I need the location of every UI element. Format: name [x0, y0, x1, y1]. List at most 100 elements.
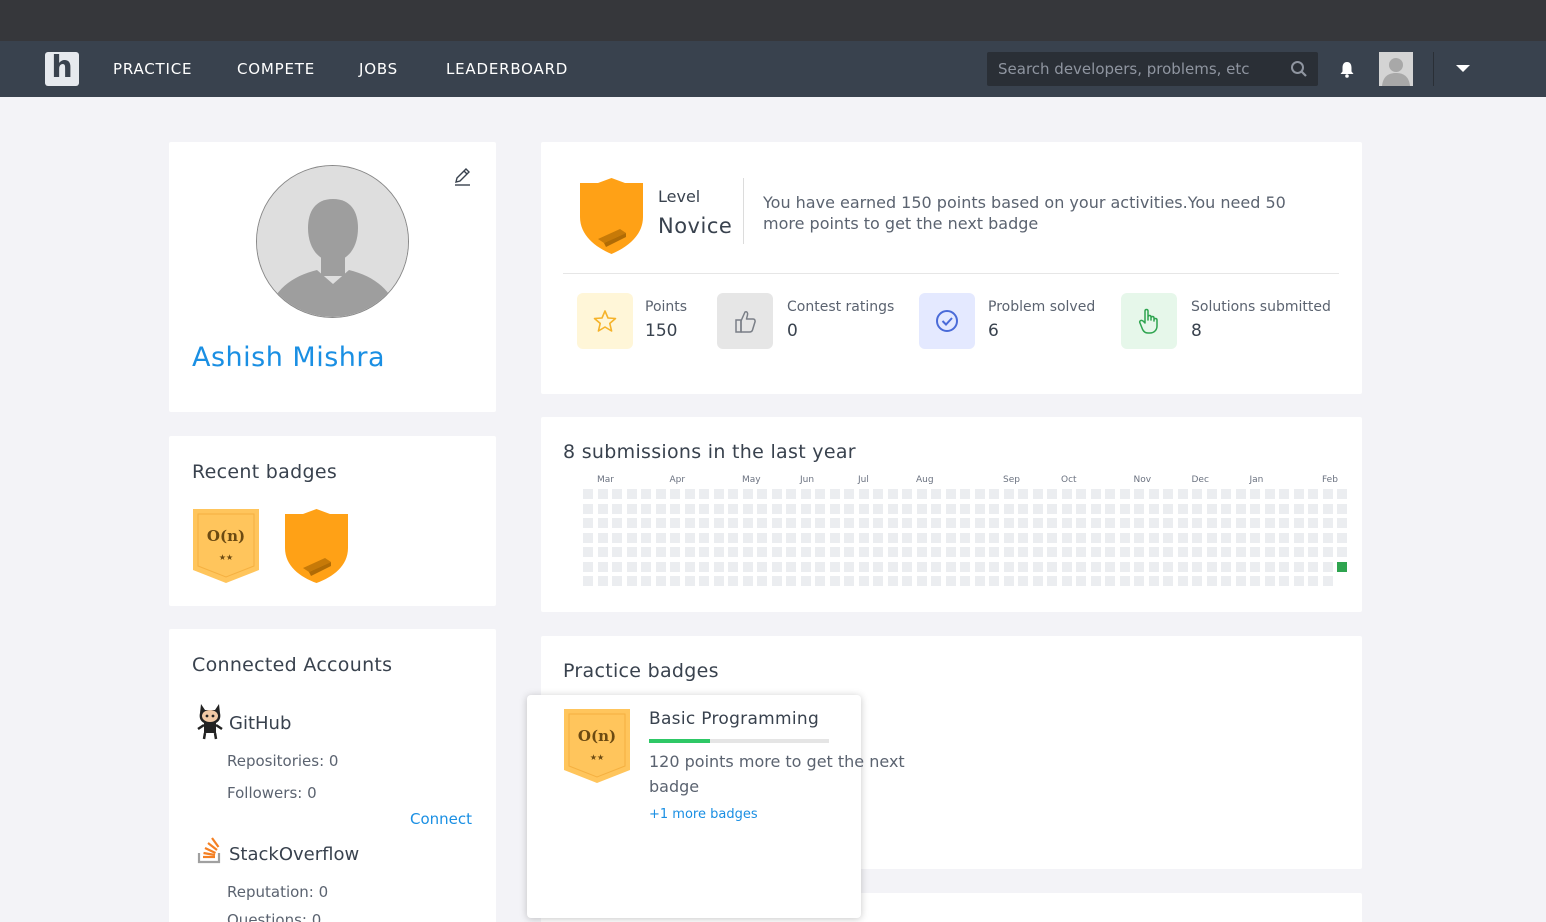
- heatmap-cell[interactable]: [873, 547, 883, 557]
- heatmap-cell[interactable]: [800, 532, 811, 543]
- heatmap-cell[interactable]: [1090, 503, 1101, 514]
- practice-badge-popover[interactable]: O(n) ★★ Basic Programming 120 points mor…: [527, 695, 905, 918]
- heatmap-cell[interactable]: [1018, 561, 1028, 572]
- heatmap-cell[interactable]: [612, 547, 622, 557]
- heatmap-cell[interactable]: [728, 503, 738, 514]
- heatmap-cell[interactable]: [1061, 561, 1072, 572]
- heatmap-cell[interactable]: [655, 561, 666, 572]
- heatmap-cell[interactable]: [655, 532, 666, 543]
- heatmap-cell[interactable]: [1032, 503, 1043, 514]
- heatmap-cell[interactable]: [1250, 518, 1260, 528]
- heatmap-cell[interactable]: [786, 561, 796, 572]
- heatmap-cell[interactable]: [1264, 518, 1275, 528]
- heatmap-cell[interactable]: [945, 547, 956, 557]
- heatmap-cell[interactable]: [916, 503, 927, 514]
- heatmap-cell[interactable]: [844, 547, 854, 557]
- heatmap-cell[interactable]: [670, 532, 680, 543]
- heatmap-cell[interactable]: [1279, 561, 1289, 572]
- heatmap-cell[interactable]: [916, 547, 927, 557]
- heatmap-cell[interactable]: [1076, 532, 1086, 543]
- heatmap-cell[interactable]: [815, 489, 825, 499]
- heatmap-cell[interactable]: [945, 561, 956, 572]
- heatmap-cell[interactable]: [612, 561, 622, 572]
- heatmap-cell[interactable]: [1061, 576, 1072, 586]
- heatmap-cell[interactable]: [771, 518, 782, 528]
- heatmap-cell[interactable]: [597, 532, 608, 543]
- heatmap-cell[interactable]: [1105, 503, 1115, 514]
- heatmap-cell[interactable]: [1206, 532, 1217, 543]
- heatmap-cell[interactable]: [887, 561, 898, 572]
- heatmap-cell[interactable]: [713, 547, 724, 557]
- heatmap-cell[interactable]: [1032, 547, 1043, 557]
- heatmap-cell[interactable]: [960, 518, 970, 528]
- heatmap-cell[interactable]: [655, 503, 666, 514]
- heatmap-cell[interactable]: [815, 547, 825, 557]
- heatmap-cell[interactable]: [1279, 576, 1289, 586]
- heatmap-cell[interactable]: [786, 503, 796, 514]
- heatmap-cell[interactable]: [641, 561, 651, 572]
- heatmap-cell[interactable]: [1119, 561, 1130, 572]
- heatmap-cell[interactable]: [815, 503, 825, 514]
- heatmap-cell[interactable]: [684, 532, 695, 543]
- shield-icon[interactable]: [281, 508, 352, 584]
- heatmap-cell[interactable]: [713, 489, 724, 499]
- heatmap-cell[interactable]: [974, 561, 985, 572]
- heatmap-cell[interactable]: [1148, 532, 1159, 543]
- heatmap-cell[interactable]: [583, 518, 593, 528]
- heatmap-cell[interactable]: [655, 547, 666, 557]
- heatmap-cell[interactable]: [858, 561, 869, 572]
- heatmap-cell[interactable]: [786, 489, 796, 499]
- heatmap-cell[interactable]: [641, 518, 651, 528]
- heatmap-cell[interactable]: [931, 489, 941, 499]
- heatmap-cell[interactable]: [1264, 503, 1275, 514]
- heatmap-cell[interactable]: [1221, 576, 1231, 586]
- heatmap-cell[interactable]: [597, 561, 608, 572]
- heatmap-cell[interactable]: [1134, 518, 1144, 528]
- heatmap-cell[interactable]: [757, 503, 767, 514]
- heatmap-cell[interactable]: [1293, 489, 1304, 499]
- heatmap-cell[interactable]: [728, 489, 738, 499]
- heatmap-cell[interactable]: [989, 503, 999, 514]
- heatmap-cell[interactable]: [1148, 503, 1159, 514]
- heatmap-cell[interactable]: [1177, 561, 1188, 572]
- heatmap-cell[interactable]: [626, 561, 637, 572]
- heatmap-cell[interactable]: [960, 532, 970, 543]
- heatmap-cell[interactable]: [1221, 518, 1231, 528]
- heatmap-cell[interactable]: [1322, 503, 1333, 514]
- heatmap-cell[interactable]: [1163, 532, 1173, 543]
- heatmap-cell[interactable]: [800, 503, 811, 514]
- github-connect-button[interactable]: Connect: [410, 810, 472, 828]
- heatmap-cell[interactable]: [902, 503, 912, 514]
- heatmap-cell[interactable]: [583, 503, 593, 514]
- heatmap-cell[interactable]: [1163, 576, 1173, 586]
- heatmap-cell[interactable]: [960, 489, 970, 499]
- heatmap-cell[interactable]: [1018, 503, 1028, 514]
- heatmap-cell[interactable]: [1206, 489, 1217, 499]
- heatmap-cell[interactable]: [1148, 561, 1159, 572]
- heatmap-cell[interactable]: [960, 561, 970, 572]
- heatmap-cell[interactable]: [670, 547, 680, 557]
- heatmap-cell[interactable]: [1235, 503, 1246, 514]
- heatmap-cell[interactable]: [844, 561, 854, 572]
- heatmap-cell[interactable]: [844, 576, 854, 586]
- heatmap-cell[interactable]: [1235, 547, 1246, 557]
- heatmap-cell[interactable]: [844, 532, 854, 543]
- heatmap-cell[interactable]: [641, 532, 651, 543]
- heatmap-cell[interactable]: [699, 561, 709, 572]
- heatmap-cell[interactable]: [974, 547, 985, 557]
- heatmap-cell[interactable]: [583, 561, 593, 572]
- heatmap-cell[interactable]: [612, 503, 622, 514]
- heatmap-cell[interactable]: [1235, 532, 1246, 543]
- heatmap-cell[interactable]: [1177, 503, 1188, 514]
- edit-icon[interactable]: [452, 167, 472, 187]
- heatmap-cell[interactable]: [1322, 561, 1333, 572]
- heatmap-cell[interactable]: [1032, 518, 1043, 528]
- heatmap-cell[interactable]: [887, 547, 898, 557]
- heatmap-cell[interactable]: [699, 532, 709, 543]
- heatmap-cell[interactable]: [1018, 489, 1028, 499]
- heatmap-cell[interactable]: [1308, 547, 1318, 557]
- heatmap-cell[interactable]: [1308, 576, 1318, 586]
- heatmap-cell[interactable]: [902, 561, 912, 572]
- heatmap-cell[interactable]: [771, 532, 782, 543]
- heatmap-cell[interactable]: [1337, 503, 1347, 514]
